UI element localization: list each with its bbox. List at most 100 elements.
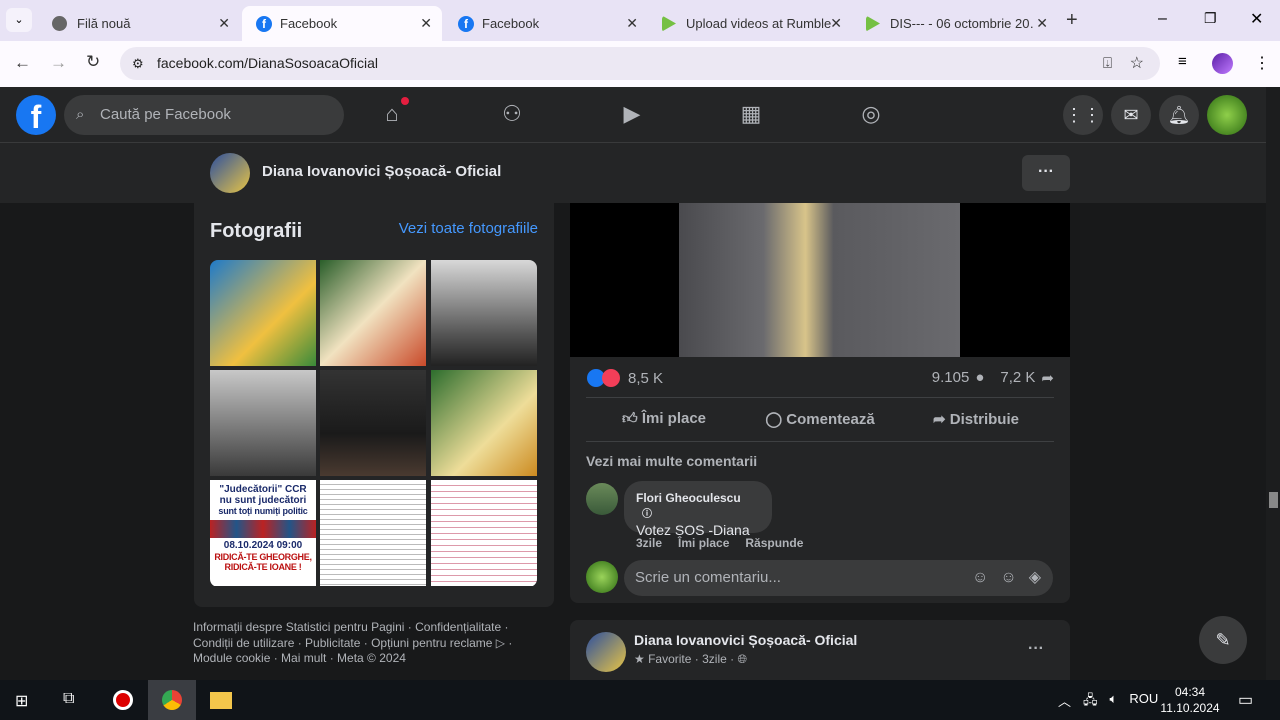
post-meta[interactable]: Favorite · 3zile · (648, 652, 734, 666)
close-tab-icon[interactable]: ✕ (830, 15, 842, 32)
photo-tile[interactable] (431, 370, 537, 476)
site-info-icon[interactable]: ⚙ (132, 47, 144, 80)
tile-text: RIDICĂ-TE IOANE ! (224, 562, 302, 572)
photo-tile[interactable] (320, 260, 426, 366)
comment-time[interactable]: 3zile (636, 536, 662, 550)
close-tab-icon[interactable]: ✕ (218, 15, 230, 32)
home-icon[interactable]: ⌂ (379, 97, 409, 127)
footer-line[interactable]: Informații despre Statistici pentru Pagi… (193, 620, 533, 636)
tile-text: RIDICĂ-TE GHEORGHE, (214, 552, 312, 562)
account-avatar[interactable] (1207, 95, 1247, 135)
next-post-card: Diana Iovanovici Șoșoacă- Oficial ★ Favo… (570, 620, 1070, 680)
share-button[interactable]: ➦ Distribuie (898, 410, 1054, 428)
page-more-button[interactable]: ··· (1022, 155, 1070, 191)
comment-reply-link[interactable]: Răspunde (745, 536, 803, 550)
photo-tile[interactable] (210, 260, 316, 366)
photo-tile[interactable] (431, 260, 537, 366)
page-avatar[interactable] (210, 153, 250, 193)
tab-rumble-video[interactable]: DIS--- - 06 octombrie 20… ✕ (852, 6, 1058, 41)
share-icon: ➦ (933, 411, 950, 428)
marketplace-icon[interactable]: ▦ (738, 101, 764, 127)
search-input[interactable]: ⌕ Caută pe Facebook (64, 95, 344, 135)
info-icon[interactable]: ⓘ (642, 509, 652, 520)
reload-icon[interactable]: ↻ (86, 52, 100, 72)
comment-count[interactable]: 9.105 (932, 369, 970, 387)
emoji-icon[interactable]: ☺ (1000, 560, 1016, 596)
task-view-icon[interactable]: ⧉ (63, 690, 74, 708)
tab-list-button[interactable]: ⌄ (6, 8, 32, 32)
notification-center-icon[interactable]: ▭ (1238, 690, 1253, 710)
browser-menu-icon[interactable]: ⋮ (1254, 53, 1270, 73)
like-button[interactable]: 👍︎ Îmi place (586, 410, 742, 428)
recorder-icon[interactable] (113, 690, 133, 710)
close-tab-icon[interactable]: ✕ (420, 15, 432, 32)
new-message-button[interactable]: ✎ (1199, 616, 1247, 664)
share-count[interactable]: 7,2 K (1000, 369, 1035, 387)
video-icon[interactable]: ▶ (619, 101, 645, 127)
file-explorer-icon[interactable] (210, 692, 232, 709)
tile-text: 08.10.2024 (223, 540, 274, 551)
groups-icon[interactable]: ◎ (858, 101, 884, 127)
restore-button[interactable]: ❐ (1204, 10, 1217, 27)
footer-line[interactable]: Module cookie · Mai mult · Meta © 2024 (193, 651, 533, 667)
tab-facebook[interactable]: f Facebook ✕ (444, 6, 648, 41)
friends-icon[interactable]: ⚇ (499, 101, 525, 127)
start-icon[interactable]: ⊞ (15, 691, 28, 711)
page-name[interactable]: Diana Iovanovici Șoșoacă- Oficial (262, 163, 501, 180)
photo-tile-ccr[interactable]: "Judecătorii" CCR nu sunt judecători sunt … (210, 480, 316, 586)
bookmark-star-icon[interactable]: ☆ (1130, 47, 1144, 80)
comment-author[interactable]: Flori Gheoculescu (636, 491, 741, 505)
language-indicator[interactable]: ROU (1129, 691, 1158, 713)
close-window-button[interactable]: ✕ (1250, 9, 1263, 29)
network-icon[interactable]: 🖧 (1083, 691, 1098, 713)
messenger-icon[interactable]: ✉ (1111, 95, 1151, 135)
post-more-button[interactable]: ··· (1028, 640, 1044, 658)
tab-new-tab[interactable]: Filă nouă ✕ (38, 6, 240, 41)
media-control-icon[interactable]: ≡ (1178, 53, 1187, 70)
globe-icon: 🌐︎ (737, 652, 748, 666)
install-app-icon[interactable]: ⍗ (1103, 47, 1112, 80)
photos-card: Fotografii Vezi toate fotografiile "Jude… (194, 203, 554, 607)
rumble-icon (662, 15, 676, 32)
post-author[interactable]: Diana Iovanovici Șoșoacă- Oficial (634, 632, 857, 648)
forward-icon[interactable]: → (50, 53, 67, 73)
close-tab-icon[interactable]: ✕ (626, 15, 638, 32)
commenter-avatar[interactable] (586, 483, 618, 515)
sticker-icon[interactable]: ◈ (1029, 560, 1041, 596)
back-icon[interactable]: ← (14, 53, 31, 73)
avatar-sticker-icon[interactable]: ☺ (972, 560, 988, 596)
close-tab-icon[interactable]: ✕ (1036, 15, 1048, 32)
notifications-icon[interactable]: 🔔︎ (1159, 95, 1199, 135)
photo-tile[interactable] (210, 370, 316, 476)
comment-button[interactable]: ◯ Comentează (742, 410, 898, 428)
tab-rumble-upload[interactable]: Upload videos at Rumble ✕ (648, 6, 852, 41)
menu-grid-icon[interactable]: ⋮⋮ (1063, 95, 1103, 135)
clock[interactable]: 04:34 11.10.2024 (1160, 684, 1220, 716)
post-video[interactable] (570, 203, 1070, 357)
photo-tile[interactable] (320, 370, 426, 476)
url-input[interactable]: ⚙ facebook.com/DianaSosoacaOficial ⍗ ☆ (120, 47, 1160, 80)
tile-text: 09:00 (276, 540, 303, 551)
comment-input[interactable]: Scrie un comentariu... ☺ ☺ ◈ (624, 560, 1053, 596)
footer-line[interactable]: Condiții de utilizare · Publicitate · Op… (193, 636, 533, 652)
view-more-comments[interactable]: Vezi mai multe comentarii (586, 453, 757, 469)
minimize-button[interactable]: – (1158, 10, 1167, 28)
tab-facebook-active[interactable]: f Facebook ✕ (242, 6, 442, 41)
new-tab-button[interactable]: + (1066, 9, 1078, 32)
clock-date: 11.10.2024 (1160, 701, 1220, 715)
scrollbar[interactable] (1266, 87, 1280, 680)
tray-chevron-icon[interactable]: ︿ (1058, 691, 1071, 713)
search-icon: ⌕ (76, 106, 85, 123)
my-avatar[interactable] (586, 561, 618, 593)
photo-tile[interactable] (431, 480, 537, 586)
comment-like-link[interactable]: Îmi place (678, 536, 729, 550)
profile-avatar[interactable] (1212, 53, 1233, 74)
photo-tile[interactable] (320, 480, 426, 586)
reactions-summary[interactable]: 8,5 K (587, 369, 663, 387)
comment-label: Comentează (786, 411, 875, 428)
volume-icon[interactable]: 🔈︎ (1110, 691, 1118, 713)
page-avatar[interactable] (586, 632, 626, 672)
chrome-taskbar-icon[interactable] (148, 680, 196, 720)
facebook-logo[interactable]: f (16, 95, 56, 135)
see-all-photos-link[interactable]: Vezi toate fotografiile (399, 220, 538, 237)
